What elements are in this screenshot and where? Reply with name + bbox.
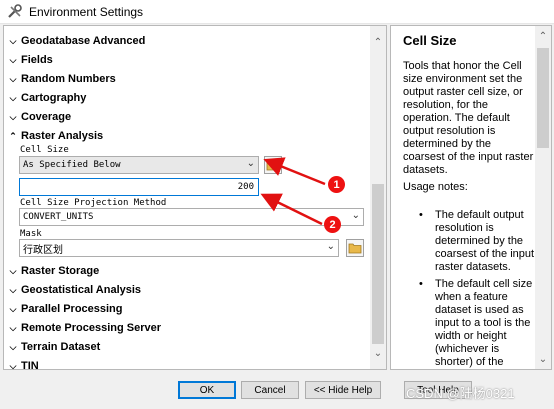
marker-1: 1 <box>328 176 345 193</box>
arrow-1 <box>263 157 326 186</box>
marker-2: 2 <box>324 216 341 233</box>
arrow-2 <box>260 193 323 226</box>
annotation-arrows <box>260 157 326 226</box>
